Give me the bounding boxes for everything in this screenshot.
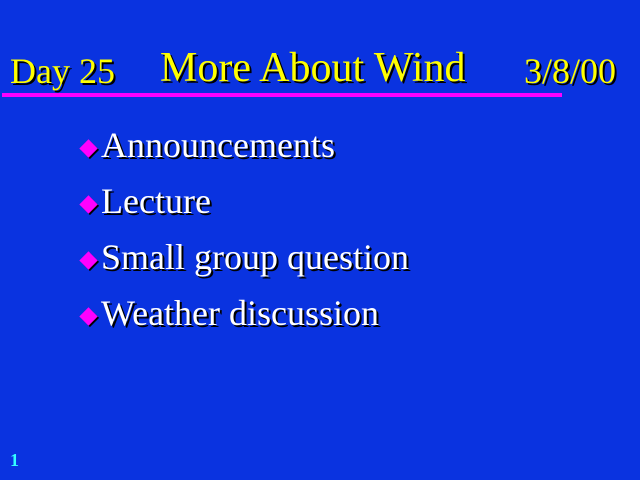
title-day: Day 25 <box>10 51 115 91</box>
title-date: 3/8/00 <box>524 51 617 91</box>
bullet-text: Small group question <box>101 237 409 277</box>
diamond-bullet-icon <box>79 251 98 270</box>
bullet-text: Announcements <box>101 125 335 165</box>
title-main: More About Wind <box>160 45 466 91</box>
slide: Day 25 More About Wind 3/8/00 Announceme… <box>0 0 640 480</box>
diamond-bullet-icon <box>79 195 98 214</box>
bullet-text: Weather discussion <box>101 293 380 333</box>
bullet-text: Lecture <box>101 181 211 221</box>
title-row: Day 25 More About Wind 3/8/00 <box>0 44 640 94</box>
diamond-bullet-icon <box>79 139 98 158</box>
diamond-bullet-icon <box>79 307 98 326</box>
title-underline <box>2 93 562 97</box>
slide-number: 1 <box>10 450 19 470</box>
